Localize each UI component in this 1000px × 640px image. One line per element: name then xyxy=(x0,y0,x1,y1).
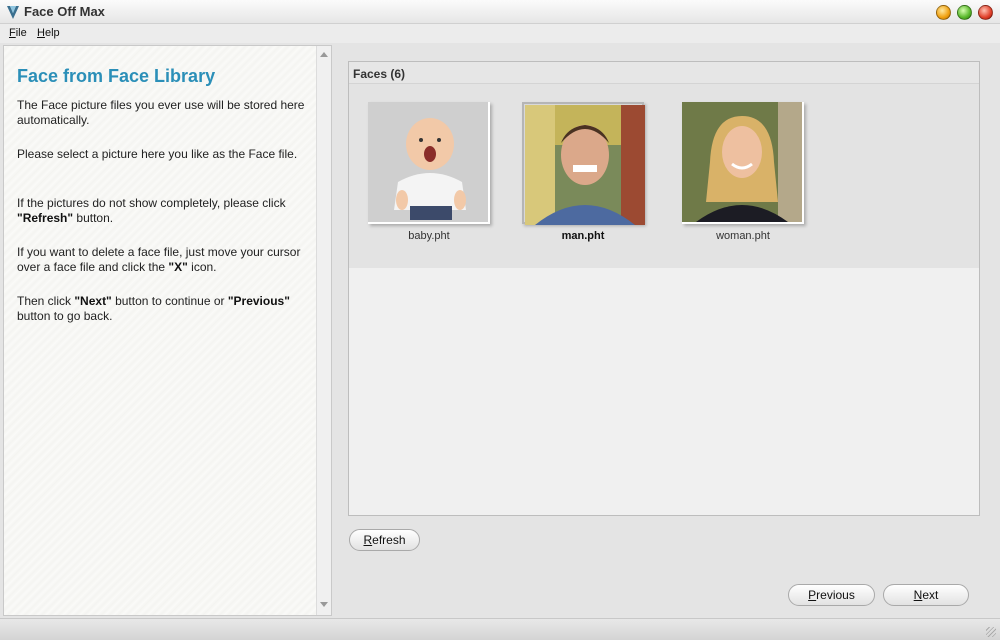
close-button[interactable] xyxy=(978,5,993,20)
face-item-baby[interactable]: baby.pht xyxy=(368,102,498,242)
window-title: Face Off Max xyxy=(24,4,105,19)
instruction-text: If the pictures do not show completely, … xyxy=(17,196,286,210)
next-button[interactable]: Next xyxy=(883,584,969,606)
face-thumbnail-frame xyxy=(682,102,804,224)
menu-bar: File Help xyxy=(0,24,1000,43)
faces-header: Faces (6) xyxy=(349,62,979,84)
instruction-paragraph: Please select a picture here you like as… xyxy=(17,147,307,162)
instructions-content: Face from Face Library The Face picture … xyxy=(4,46,316,615)
man-photo-thumbnail xyxy=(525,105,645,225)
app-logo-icon xyxy=(7,6,19,19)
refresh-button-label: Refresh xyxy=(363,533,406,547)
vertical-scrollbar[interactable] xyxy=(316,46,331,615)
faces-title: Faces (6) xyxy=(353,67,406,81)
menu-file[interactable]: File xyxy=(9,27,27,39)
instruction-text: If you want to delete a face file, just … xyxy=(17,245,301,274)
scroll-up-icon[interactable] xyxy=(320,52,328,57)
instruction-text: icon. xyxy=(187,260,217,274)
instruction-emphasis: "Next" xyxy=(74,294,112,308)
face-thumbnail-frame xyxy=(522,102,645,225)
next-button-label: Next xyxy=(913,588,939,602)
face-item-woman[interactable]: woman.pht xyxy=(682,102,812,242)
instruction-text: Then click xyxy=(17,294,75,308)
instructions-panel: Face from Face Library The Face picture … xyxy=(3,45,332,616)
face-label: man.pht xyxy=(561,230,605,242)
instruction-paragraph: The Face picture files you ever use will… xyxy=(17,98,307,128)
resize-grip-icon[interactable] xyxy=(986,627,996,637)
previous-button-label: Previous xyxy=(808,588,855,602)
minimize-button[interactable] xyxy=(936,5,951,20)
instruction-paragraph: Then click "Next" button to continue or … xyxy=(17,294,307,324)
instruction-paragraph: If the pictures do not show completely, … xyxy=(17,196,307,226)
faces-library-panel: Faces (6) baby.pht man.pht woman.pht xyxy=(348,61,980,516)
menu-help[interactable]: Help xyxy=(37,27,60,39)
instruction-emphasis: "X" xyxy=(168,260,188,274)
face-label: baby.pht xyxy=(408,230,450,242)
face-item-man[interactable]: man.pht xyxy=(522,102,652,242)
woman-photo-thumbnail xyxy=(682,102,802,222)
instruction-text: button to go back. xyxy=(17,309,113,323)
baby-photo-thumbnail xyxy=(368,102,488,222)
instruction-text: button. xyxy=(73,211,114,225)
previous-button[interactable]: Previous xyxy=(788,584,875,606)
status-bar xyxy=(0,618,1000,640)
instruction-text: button to continue or xyxy=(111,294,228,308)
instructions-heading: Face from Face Library xyxy=(17,66,216,86)
face-thumbnail-frame xyxy=(368,102,490,224)
face-label: woman.pht xyxy=(716,230,770,242)
instruction-emphasis: "Previous" xyxy=(227,294,290,308)
instruction-paragraph: If you want to delete a face file, just … xyxy=(17,245,307,275)
maximize-button[interactable] xyxy=(957,5,972,20)
instruction-text: The Face picture files you ever use will… xyxy=(17,98,305,127)
refresh-button[interactable]: Refresh xyxy=(349,529,420,551)
title-bar: Face Off Max xyxy=(0,0,1000,24)
scroll-down-icon[interactable] xyxy=(320,602,328,607)
instruction-text: Please select a picture here you like as… xyxy=(17,147,298,161)
instruction-emphasis: "Refresh" xyxy=(17,211,74,225)
